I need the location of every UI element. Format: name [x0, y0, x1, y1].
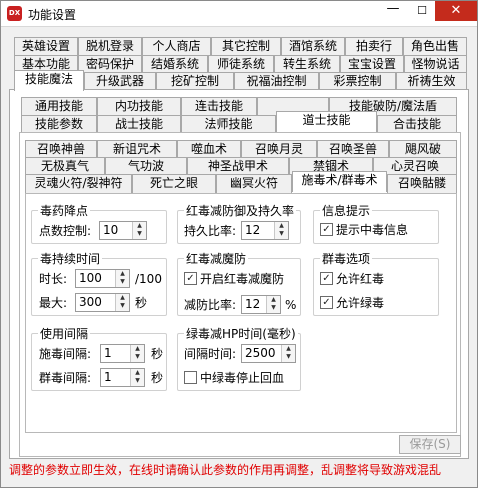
subtab-combo-skills[interactable]: 连击技能	[181, 97, 257, 116]
tab-auction[interactable]: 拍卖行	[345, 37, 403, 56]
tab-skills-magic[interactable]: 技能魔法	[14, 70, 84, 91]
tab-hero-settings[interactable]: 英雄设置	[14, 37, 78, 56]
skilltab-poison-mass-poison[interactable]: 施毒术/群毒术	[292, 171, 387, 192]
subtab-common-skills[interactable]: 通用技能	[21, 97, 97, 116]
duration-spinner[interactable]: ▲ ▼	[115, 270, 129, 287]
duration-unit: /100	[135, 272, 162, 286]
max-spinner[interactable]: ▲ ▼	[115, 294, 129, 311]
window-title: 功能设置	[28, 8, 77, 22]
allow-green-label: 允许绿毒	[336, 296, 385, 310]
app-icon: DX	[7, 6, 22, 21]
stop-regen-label: 中绿毒停止回血	[200, 371, 285, 385]
save-button[interactable]: 保存(S)	[399, 435, 461, 454]
title-bar: DX 功能设置 — ☐ ✕	[1, 1, 477, 27]
durability-rate-label: 持久比率:	[184, 224, 237, 238]
durability-rate-input[interactable]: 12 ▲ ▼	[241, 221, 289, 240]
close-icon[interactable]: ✕	[435, 1, 477, 21]
allow-red-label: 允许红毒	[336, 272, 385, 286]
green-interval-spinner[interactable]: ▲ ▼	[281, 345, 295, 362]
maximize-icon[interactable]: ☐	[409, 1, 435, 21]
minimize-icon[interactable]: —	[379, 1, 407, 21]
tab-role-sale[interactable]: 角色出售	[403, 37, 467, 56]
mass-interval-input[interactable]: 1 ▲ ▼	[100, 368, 145, 387]
red-reduce-title: 红毒减魔防	[184, 250, 249, 267]
skilltab-soul-talisman[interactable]: 灵魂火符/裂神符	[25, 174, 132, 193]
cast-interval-spinner[interactable]: ▲ ▼	[130, 345, 144, 362]
reduce-rate-unit: %	[285, 298, 297, 312]
mass-interval-unit: 秒	[151, 371, 164, 385]
subtab-taoist-skills[interactable]: 道士技能	[276, 111, 377, 132]
green-hp-title: 绿毒减HP时间(毫秒)	[184, 325, 298, 342]
duration-label: 时长:	[39, 272, 68, 286]
reduce-rate-label: 减防比率:	[184, 298, 237, 312]
info-title: 信息提示	[320, 202, 373, 219]
points-control-input[interactable]: 10 ▲ ▼	[99, 221, 147, 240]
tab-other-control[interactable]: 其它控制	[211, 37, 281, 56]
skilltab-summon-skeleton[interactable]: 召唤骷髅	[387, 174, 457, 193]
cast-interval-unit: 秒	[151, 347, 164, 361]
skilltab-death-eye[interactable]: 死亡之眼	[132, 174, 216, 193]
subtab-inner-skills[interactable]: 内功技能	[97, 97, 181, 116]
tab-offline-login[interactable]: 脱机登录	[78, 37, 142, 56]
use-interval-title: 使用间隔	[38, 325, 91, 342]
red-defense-title: 红毒减防御及持久率	[184, 202, 297, 219]
max-input[interactable]: 300 ▲ ▼	[75, 293, 130, 312]
poison-msg-label: 提示中毒信息	[336, 223, 409, 237]
points-spinner[interactable]: ▲ ▼	[132, 222, 146, 239]
mass-interval-spinner[interactable]: ▲ ▼	[130, 369, 144, 386]
reduce-rate-spinner[interactable]: ▲ ▼	[266, 296, 280, 313]
allow-red-checkbox[interactable]: ✓	[320, 272, 333, 285]
cast-interval-input[interactable]: 1 ▲ ▼	[100, 344, 145, 363]
skilltab-nether-talisman[interactable]: 幽冥火符	[216, 174, 292, 193]
settings-window: DX 功能设置 — ☐ ✕ 英雄设置 脱机登录 个人商店 其它控制 酒馆系统 拍…	[0, 0, 478, 488]
points-control-label: 点数控制:	[39, 224, 92, 238]
tab-tavern-system[interactable]: 酒馆系统	[281, 37, 345, 56]
green-interval-input[interactable]: 2500 ▲ ▼	[241, 344, 296, 363]
green-interval-label: 间隔时间:	[184, 347, 237, 361]
max-label: 最大:	[39, 296, 68, 310]
poison-drop-title: 毒药降点	[38, 202, 91, 219]
status-warning: 调整的参数立即生效，在线时请确认此参数的作用再调整，乱调整将导致游戏混乱	[9, 463, 442, 477]
allow-green-checkbox[interactable]: ✓	[320, 296, 333, 309]
reduce-rate-input[interactable]: 12 ▲ ▼	[241, 295, 281, 314]
stop-regen-checkbox[interactable]	[184, 371, 197, 384]
cast-interval-label: 施毒间隔:	[39, 347, 92, 361]
mass-interval-label: 群毒间隔:	[39, 371, 92, 385]
durability-rate-spinner[interactable]: ▲ ▼	[274, 222, 288, 239]
enable-red-reduce-label: 开启红毒减魔防	[200, 272, 285, 286]
max-unit: 秒	[135, 296, 148, 310]
poison-msg-checkbox[interactable]: ✓	[320, 223, 333, 236]
poison-duration-title: 毒持续时间	[38, 250, 103, 267]
enable-red-reduce-checkbox[interactable]: ✓	[184, 272, 197, 285]
mass-poison-options-title: 群毒选项	[320, 250, 373, 267]
tab-personal-shop[interactable]: 个人商店	[142, 37, 211, 56]
duration-input[interactable]: 100 ▲ ▼	[75, 269, 130, 288]
